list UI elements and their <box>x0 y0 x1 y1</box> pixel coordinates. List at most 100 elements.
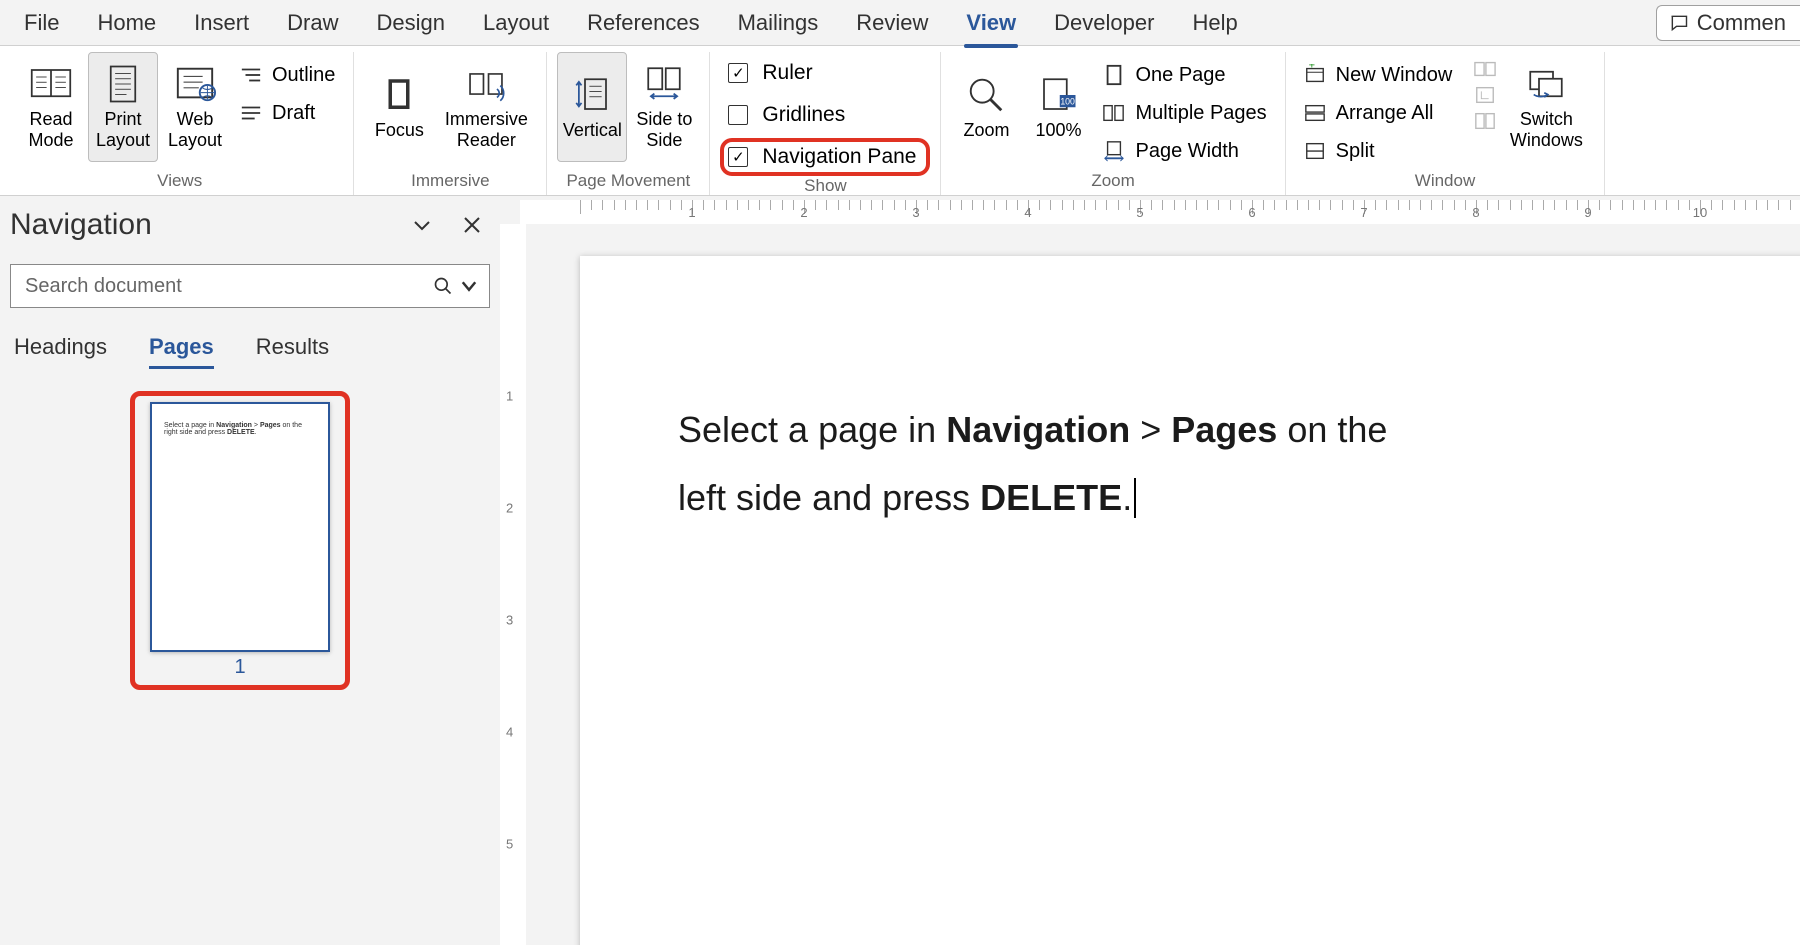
ruler-number: 3 <box>506 613 513 628</box>
ruler-number: 5 <box>1136 205 1143 220</box>
search-placeholder: Search document <box>25 275 433 298</box>
ribbon-tab-insert[interactable]: Insert <box>192 6 251 40</box>
close-icon[interactable] <box>460 213 484 237</box>
nav-tab-pages[interactable]: Pages <box>149 334 214 369</box>
immersive-reader-label: Immersive Reader <box>436 109 536 150</box>
multiple-pages-label: Multiple Pages <box>1135 102 1266 125</box>
svg-text:+: + <box>1308 64 1314 72</box>
ribbon-tab-mailings[interactable]: Mailings <box>736 6 821 40</box>
ruler-number: 6 <box>1248 205 1255 220</box>
svg-text:100: 100 <box>1061 96 1076 106</box>
outline-label: Outline <box>272 64 335 87</box>
horizontal-ruler[interactable]: 12345678910111213 <box>520 200 1800 224</box>
zoom-button[interactable]: Zoom <box>951 52 1021 162</box>
switch-windows-label: Switch Windows <box>1498 109 1594 150</box>
read-mode-button[interactable]: Read Mode <box>16 52 86 162</box>
group-page-movement: Vertical Side to Side Page Movement <box>547 52 710 195</box>
doc-text: . <box>1122 477 1132 518</box>
ribbon-tab-draw[interactable]: Draw <box>285 6 340 40</box>
thumb-text: Select a page in <box>164 422 216 429</box>
nav-tab-headings[interactable]: Headings <box>14 334 107 369</box>
switch-windows-button[interactable]: Switch Windows <box>1498 52 1594 162</box>
chevron-down-icon[interactable] <box>410 213 434 237</box>
ruler-number: 10 <box>1693 205 1707 220</box>
show-group-label: Show <box>804 176 847 196</box>
multiple-pages-button[interactable]: Multiple Pages <box>1095 96 1274 130</box>
page-width-button[interactable]: Page Width <box>1095 134 1274 168</box>
one-page-button[interactable]: One Page <box>1095 58 1274 92</box>
zoom-100-label: 100% <box>1035 120 1081 141</box>
ribbon-tab-home[interactable]: Home <box>95 6 158 40</box>
ruler-number: 4 <box>1024 205 1031 220</box>
doc-text: Pages <box>1171 409 1277 450</box>
navigation-tabs: Headings Pages Results <box>10 334 490 369</box>
zoom-100-button[interactable]: 100 100% <box>1023 52 1093 162</box>
page-movement-group-label: Page Movement <box>566 171 690 191</box>
search-icon <box>433 276 453 296</box>
print-layout-button[interactable]: Print Layout <box>88 52 158 162</box>
ribbon: Read Mode Print Layout Web Layout Outlin… <box>0 46 1800 196</box>
immersive-reader-button[interactable]: Immersive Reader <box>436 52 536 162</box>
side-to-side-button[interactable]: Side to Side <box>629 52 699 162</box>
ribbon-tab-view[interactable]: View <box>964 6 1018 40</box>
ruler-number: 2 <box>506 501 513 516</box>
search-input[interactable]: Search document <box>10 264 490 308</box>
reset-window-icon <box>1474 110 1496 132</box>
page-thumbnail-number: 1 <box>145 656 335 679</box>
ribbon-tab-references[interactable]: References <box>585 6 702 40</box>
group-show: Ruler Gridlines Navigation Pane Show <box>710 52 941 195</box>
gridlines-checkbox[interactable]: Gridlines <box>720 96 930 134</box>
comments-button[interactable]: Commen <box>1656 5 1800 41</box>
draft-button[interactable]: Draft <box>232 96 343 130</box>
focus-button[interactable]: Focus <box>364 52 434 162</box>
document-page[interactable]: Select a page in Navigation > Pages on t… <box>580 256 1800 945</box>
doc-text: Navigation <box>946 409 1130 450</box>
vertical-ruler[interactable]: 123456 <box>500 224 526 945</box>
chevron-down-icon[interactable] <box>459 276 479 296</box>
doc-text: on the <box>1277 409 1387 450</box>
group-window: + New Window Arrange All Split <box>1286 52 1606 195</box>
ribbon-tab-layout[interactable]: Layout <box>481 6 551 40</box>
page-width-label: Page Width <box>1135 140 1238 163</box>
page-thumbnail-highlight: Select a page in Navigation > Pages on t… <box>130 391 350 690</box>
navigation-title: Navigation <box>10 208 384 242</box>
checkbox-icon <box>728 63 748 83</box>
ruler-number: 4 <box>506 725 513 740</box>
arrange-all-button[interactable]: Arrange All <box>1296 96 1461 130</box>
ruler-checkbox[interactable]: Ruler <box>720 54 930 92</box>
page-thumbnail[interactable]: Select a page in Navigation > Pages on t… <box>150 402 330 652</box>
web-layout-label: Web Layout <box>160 109 230 150</box>
ribbon-tab-review[interactable]: Review <box>854 6 930 40</box>
ribbon-tab-developer[interactable]: Developer <box>1052 6 1156 40</box>
thumb-text: on the <box>281 422 302 429</box>
doc-text: left side and press <box>678 477 980 518</box>
doc-text: > <box>1130 409 1171 450</box>
vertical-button[interactable]: Vertical <box>557 52 627 162</box>
doc-text: Select a page in <box>678 409 946 450</box>
navigation-pane-checkbox[interactable]: Navigation Pane <box>720 138 930 176</box>
read-mode-label: Read Mode <box>16 109 86 150</box>
thumb-text: Navigation <box>216 422 252 429</box>
sync-scroll-icon <box>1474 84 1496 106</box>
ruler-number: 1 <box>688 205 695 220</box>
print-layout-label: Print Layout <box>89 109 157 150</box>
views-group-label: Views <box>157 171 202 191</box>
doc-text: DELETE <box>980 477 1122 518</box>
split-button[interactable]: Split <box>1296 134 1461 168</box>
thumb-text: right side and press <box>164 429 227 436</box>
ribbon-tab-file[interactable]: File <box>22 6 61 40</box>
workspace: Navigation Search document Headings Pages… <box>0 196 1800 945</box>
zoom-label: Zoom <box>963 120 1009 141</box>
outline-button[interactable]: Outline <box>232 58 343 92</box>
view-side-icon <box>1474 58 1496 80</box>
ruler-number: 8 <box>1472 205 1479 220</box>
new-window-button[interactable]: + New Window <box>1296 58 1461 92</box>
ruler-number: 5 <box>506 837 513 852</box>
gridlines-label: Gridlines <box>762 103 845 127</box>
web-layout-button[interactable]: Web Layout <box>160 52 230 162</box>
navigation-pane: Navigation Search document Headings Pages… <box>0 196 500 945</box>
ribbon-tab-help[interactable]: Help <box>1190 6 1239 40</box>
group-immersive: Focus Immersive Reader Immersive <box>354 52 547 195</box>
nav-tab-results[interactable]: Results <box>256 334 329 369</box>
ribbon-tab-design[interactable]: Design <box>375 6 447 40</box>
